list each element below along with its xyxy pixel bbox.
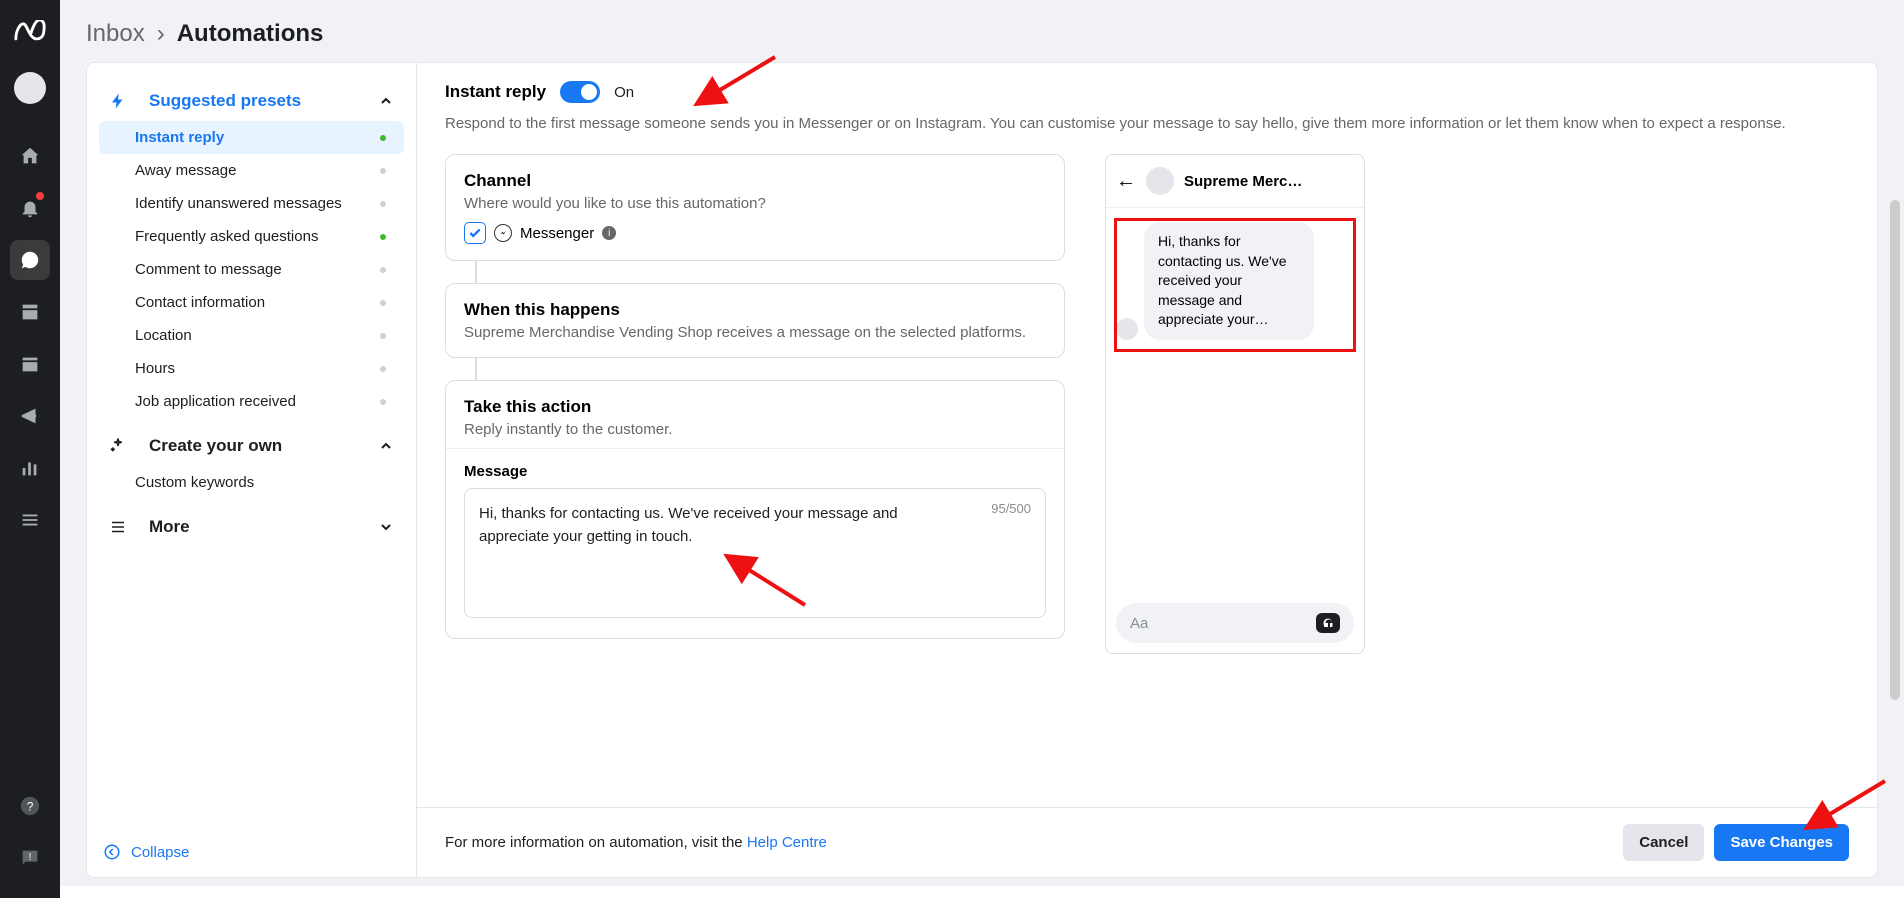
automation-description: Respond to the first message someone sen… <box>445 113 1849 134</box>
sticker-icon <box>1316 613 1340 633</box>
account-avatar[interactable] <box>14 72 46 104</box>
status-dot <box>380 201 386 207</box>
preview-placeholder: Aa <box>1130 615 1148 632</box>
calendar-icon[interactable] <box>10 344 50 384</box>
more-label: More <box>149 517 190 537</box>
preview-bubble: Hi, thanks for contacting us. We've rece… <box>1144 222 1314 340</box>
sidebar-item-instant-reply[interactable]: Instant reply <box>99 121 404 154</box>
svg-text:?: ? <box>27 800 34 814</box>
report-icon[interactable]: ! <box>10 838 50 878</box>
breadcrumb-inbox[interactable]: Inbox <box>86 20 145 48</box>
preview-column: ← Supreme Merc… Hi, thanks for contactin… <box>1105 154 1365 787</box>
bubble-avatar <box>1116 318 1138 340</box>
preview-input: Aa <box>1116 603 1354 643</box>
channel-subtitle: Where would you like to use this automat… <box>464 195 1046 212</box>
messenger-label: Messenger <box>520 225 594 242</box>
create-your-own-label: Create your own <box>149 436 282 456</box>
home-icon[interactable] <box>10 136 50 176</box>
chevron-down-icon <box>378 519 394 535</box>
action-title: Take this action <box>464 397 1046 417</box>
suggested-presets-header[interactable]: Suggested presets <box>93 81 410 121</box>
automations-sidebar: Suggested presets Instant reply Away mes… <box>87 63 417 877</box>
message-char-count: 95/500 <box>991 501 1031 516</box>
action-subtitle: Reply instantly to the customer. <box>464 421 1046 438</box>
messenger-checkbox[interactable] <box>464 222 486 244</box>
status-dot <box>380 135 386 141</box>
sidebar-item-unanswered[interactable]: Identify unanswered messages <box>99 187 404 220</box>
more-header[interactable]: More <box>93 507 410 547</box>
meta-logo[interactable] <box>13 14 47 48</box>
suggested-presets-label: Suggested presets <box>149 91 301 111</box>
cancel-button[interactable]: Cancel <box>1623 824 1704 861</box>
footer-bar: For more information on automation, visi… <box>417 807 1877 877</box>
breadcrumb: Inbox › Automations <box>60 0 1904 62</box>
message-input[interactable]: Hi, thanks for contacting us. We've rece… <box>464 488 1046 618</box>
automation-toggle[interactable] <box>560 81 600 103</box>
sidebar-item-job[interactable]: Job application received <box>99 385 404 418</box>
status-dot <box>380 300 386 306</box>
sidebar-item-away-message[interactable]: Away message <box>99 154 404 187</box>
content-panel: Instant reply On Respond to the first me… <box>417 63 1877 877</box>
sidebar-item-custom-keywords[interactable]: Custom keywords <box>99 466 404 499</box>
when-title: When this happens <box>464 300 1046 320</box>
message-text: Hi, thanks for contacting us. We've rece… <box>479 503 1031 548</box>
sidebar-item-faq[interactable]: Frequently asked questions <box>99 220 404 253</box>
collapse-icon <box>103 843 121 861</box>
notifications-icon[interactable] <box>10 188 50 228</box>
sidebar-item-contact[interactable]: Contact information <box>99 286 404 319</box>
message-label: Message <box>464 463 1046 480</box>
content-header: Instant reply On Respond to the first me… <box>417 63 1877 148</box>
status-dot <box>380 366 386 372</box>
sparkle-icon <box>109 437 127 455</box>
menu-icon[interactable] <box>10 500 50 540</box>
preview-back-icon[interactable]: ← <box>1116 170 1136 193</box>
preview-avatar <box>1146 167 1174 195</box>
when-box: When this happens Supreme Merchandise Ve… <box>445 283 1065 358</box>
save-button[interactable]: Save Changes <box>1714 824 1849 861</box>
channel-box: Channel Where would you like to use this… <box>445 154 1065 261</box>
breadcrumb-current: Automations <box>177 20 324 48</box>
status-dot <box>380 267 386 273</box>
automation-title: Instant reply <box>445 82 546 102</box>
toggle-state-label: On <box>614 84 634 101</box>
chevron-right-icon: › <box>157 20 165 48</box>
collapse-label: Collapse <box>131 844 189 861</box>
insights-icon[interactable] <box>10 448 50 488</box>
inbox-icon[interactable] <box>10 240 50 280</box>
scrollbar[interactable] <box>1890 200 1900 700</box>
status-dot <box>380 168 386 174</box>
collapse-button[interactable]: Collapse <box>103 843 189 861</box>
when-subtitle: Supreme Merchandise Vending Shop receive… <box>464 324 1046 341</box>
flow-connector <box>475 358 477 380</box>
svg-text:!: ! <box>29 852 32 863</box>
help-centre-link[interactable]: Help Centre <box>747 834 827 851</box>
status-dot <box>380 399 386 405</box>
action-box: Take this action Reply instantly to the … <box>445 380 1065 639</box>
info-icon[interactable]: i <box>602 226 616 240</box>
status-dot <box>380 234 386 240</box>
preview-phone: ← Supreme Merc… Hi, thanks for contactin… <box>1105 154 1365 654</box>
ads-icon[interactable] <box>10 396 50 436</box>
chevron-up-icon <box>378 93 394 109</box>
flow-connector <box>475 261 477 283</box>
sidebar-item-location[interactable]: Location <box>99 319 404 352</box>
preview-page-name: Supreme Merc… <box>1184 173 1302 190</box>
footer-text: For more information on automation, visi… <box>445 834 827 851</box>
main-area: Inbox › Automations Suggested presets In… <box>60 0 1904 898</box>
channel-title: Channel <box>464 171 1046 191</box>
create-your-own-header[interactable]: Create your own <box>93 426 410 466</box>
messenger-icon <box>494 224 512 242</box>
sidebar-item-comment[interactable]: Comment to message <box>99 253 404 286</box>
left-nav-rail: ? ! <box>0 0 60 898</box>
sidebar-item-hours[interactable]: Hours <box>99 352 404 385</box>
chevron-up-icon <box>378 438 394 454</box>
automations-card: Suggested presets Instant reply Away mes… <box>86 62 1878 878</box>
list-icon <box>109 518 127 536</box>
flow-column: Channel Where would you like to use this… <box>445 154 1065 787</box>
status-dot <box>380 333 386 339</box>
bottom-strip <box>60 886 1904 898</box>
help-icon[interactable]: ? <box>10 786 50 826</box>
lightning-icon <box>109 92 127 110</box>
posts-icon[interactable] <box>10 292 50 332</box>
